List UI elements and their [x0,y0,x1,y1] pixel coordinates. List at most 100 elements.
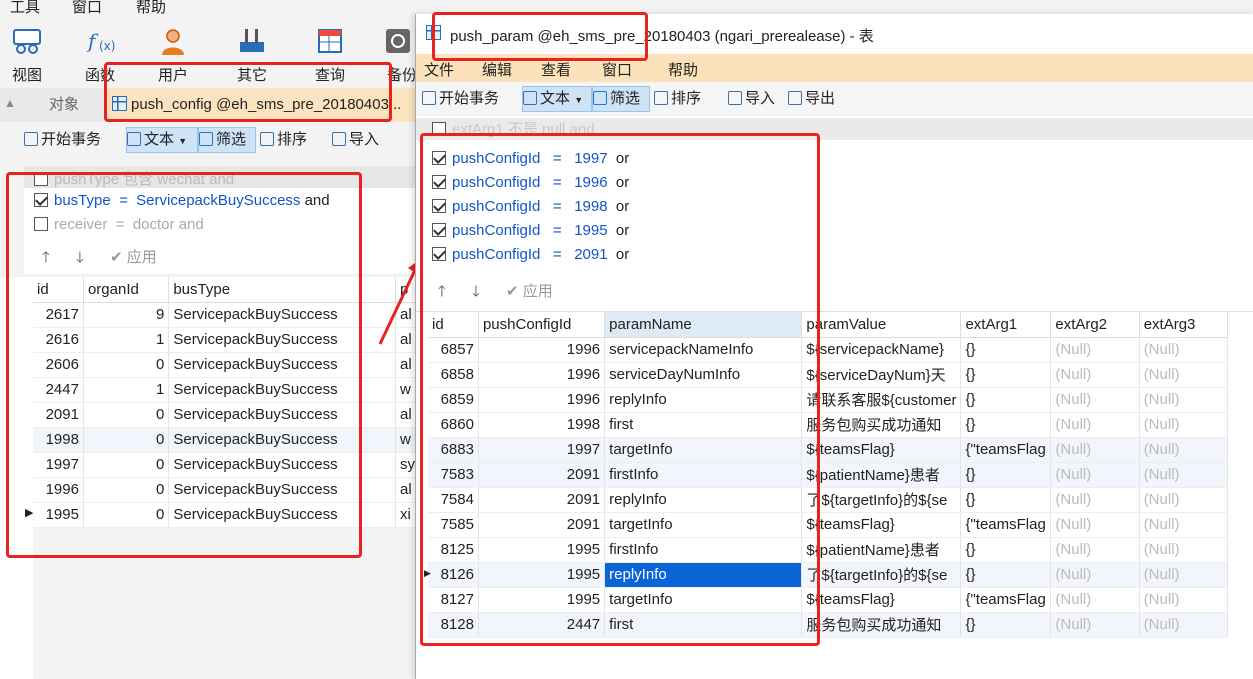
table-cell[interactable]: ${teamsFlag} [801,512,962,538]
table-cell[interactable]: {} [960,562,1052,588]
table-cell[interactable]: ServicepackBuySuccess [168,352,396,378]
table-cell[interactable]: (Null) [1139,587,1229,613]
filter-join[interactable]: or [616,246,629,263]
table-cell[interactable]: 1996 [478,387,606,413]
table-row[interactable]: 6860 1998 first 服务包购买成功通知{} (Null) (Null) [428,412,1229,438]
table-row[interactable]: 8128 2447 first 服务包购买成功通知{} (Null) (Null) [428,612,1229,638]
filter-field[interactable]: receiver [54,216,107,233]
table-cell[interactable]: 服务包购买成功通知 [801,412,962,438]
menu-view[interactable]: 查看 [541,59,571,80]
table-cell[interactable]: 1998 [478,412,606,438]
filter-field[interactable]: pushConfigId [452,222,540,239]
table-row[interactable]: 1997 0 ServicepackBuySuccess sy [33,452,421,478]
table-row[interactable]: 8127 1995 targetInfo ${teamsFlag} {"teamsFla… [428,587,1229,613]
ribbon-backup-button[interactable]: 备份 [375,18,420,85]
filter-field[interactable]: pushConfigId [452,198,540,215]
table-cell[interactable]: (Null) [1050,462,1140,488]
table-cell[interactable]: (Null) [1139,537,1229,563]
table-cell[interactable]: ServicepackBuySuccess [168,327,396,353]
table-cell[interactable]: firstInfo [604,537,803,563]
bg-menu-help[interactable]: 帮助 [136,0,166,17]
table-row[interactable]: 2616 1 ServicepackBuySuccess al [33,327,421,353]
table-row[interactable]: 6883 1997 targetInfo ${teamsFlag} {"teamsFla… [428,437,1229,463]
column-header-0[interactable]: id [33,277,84,303]
tab-objects[interactable]: 对象 [24,88,104,122]
table-cell[interactable]: (Null) [1139,512,1229,538]
table-cell[interactable]: {} [960,412,1052,438]
table-cell[interactable]: 0 [83,352,170,378]
table-cell[interactable]: 2617 [33,302,84,328]
table-cell[interactable]: 6859 [428,387,479,413]
column-header-extArg3[interactable]: extArg3 [1139,312,1229,338]
collapse-arrow-icon[interactable]: ▲ [4,96,16,110]
filter-checkbox[interactable] [432,223,446,237]
apply-button[interactable]: ✔ 应用 [506,283,553,300]
table-cell[interactable]: 6857 [428,337,479,363]
table-cell[interactable]: 8126 [428,562,479,588]
export-button[interactable]: 导出 [788,86,835,112]
filter-value[interactable]: 1995 [574,222,607,239]
table-cell[interactable]: 2616 [33,327,84,353]
table-cell[interactable]: 8128 [428,612,479,638]
table-cell[interactable]: replyInfo [604,562,803,588]
table-cell[interactable]: 了${targetInfo}的${se [801,562,962,588]
filter-join[interactable]: and [305,192,330,209]
filter-field[interactable]: pushConfigId [452,246,540,263]
table-cell[interactable]: 8127 [428,587,479,613]
filter-button[interactable]: 筛选 [592,86,650,112]
table-cell[interactable]: ServicepackBuySuccess [168,477,396,503]
filter-row[interactable]: pushConfigId = 1998 or [432,198,629,222]
table-cell[interactable]: ${serviceDayNum}天 [801,362,962,388]
filter-join[interactable]: or [616,222,629,239]
table-cell[interactable]: ${teamsFlag} [801,437,962,463]
table-cell[interactable]: {} [960,337,1052,363]
table-cell[interactable]: 1996 [478,362,606,388]
table-cell[interactable]: {} [960,487,1052,513]
table-row[interactable]: 6859 1996 replyInfo 请联系客服${customer{} (Null)… [428,387,1229,413]
table-cell[interactable]: 2091 [478,487,606,513]
table-row[interactable]: 2447 1 ServicepackBuySuccess w [33,377,421,403]
table-cell[interactable]: ServicepackBuySuccess [168,427,396,453]
table-cell[interactable]: (Null) [1139,487,1229,513]
table-cell[interactable]: 请联系客服${customer [801,387,962,413]
ribbon-query-button[interactable]: 查询 [300,18,360,85]
begin-transaction-button[interactable]: 开始事务 [24,127,101,153]
table-cell[interactable]: (Null) [1050,587,1140,613]
table-cell[interactable]: 6858 [428,362,479,388]
filter-join[interactable]: or [616,198,629,215]
table-cell[interactable]: (Null) [1050,487,1140,513]
table-cell[interactable]: (Null) [1050,537,1140,563]
filter-button[interactable]: 筛选 [198,127,256,153]
table-row[interactable]: 2091 0 ServicepackBuySuccess al [33,402,421,428]
table-cell[interactable]: {} [960,362,1052,388]
filter-join[interactable]: and [209,171,234,188]
table-cell[interactable]: (Null) [1139,337,1229,363]
table-cell[interactable]: serviceDayNumInfo [604,362,803,388]
table-cell[interactable]: 1995 [478,537,606,563]
table-cell[interactable]: 服务包购买成功通知 [801,612,962,638]
table-cell[interactable]: targetInfo [604,587,803,613]
table-cell[interactable]: 1995 [478,587,606,613]
filter-value[interactable]: ServicepackBuySuccess [136,192,300,209]
table-cell[interactable]: ${servicepackName} [801,337,962,363]
table-cell[interactable]: servicepackNameInfo [604,337,803,363]
column-header-id[interactable]: id [428,312,479,338]
table-cell[interactable]: (Null) [1050,437,1140,463]
ribbon-user-button[interactable]: 用户 [143,18,203,85]
table-cell[interactable]: {"teamsFlag [960,512,1052,538]
table-cell[interactable]: 0 [83,427,170,453]
filter-field[interactable]: pushType [54,171,119,188]
ribbon-other-button[interactable]: 其它 [222,18,282,85]
table-cell[interactable]: {} [960,537,1052,563]
filter-row[interactable]: pushConfigId = 1997 or [432,150,629,174]
table-cell[interactable]: ${patientName}患者 [801,537,962,563]
table-cell[interactable]: 1 [83,377,170,403]
filter-op[interactable]: = [553,222,562,239]
table-cell[interactable]: 1995 [478,562,606,588]
filter-row[interactable]: busType = ServicepackBuySuccess and [34,192,330,216]
table-cell[interactable]: {"teamsFlag [960,587,1052,613]
filter-field[interactable]: busType [54,192,111,209]
filter-checkbox[interactable] [432,151,446,165]
filter-field[interactable]: pushConfigId [452,150,540,167]
table-cell[interactable]: 0 [83,402,170,428]
